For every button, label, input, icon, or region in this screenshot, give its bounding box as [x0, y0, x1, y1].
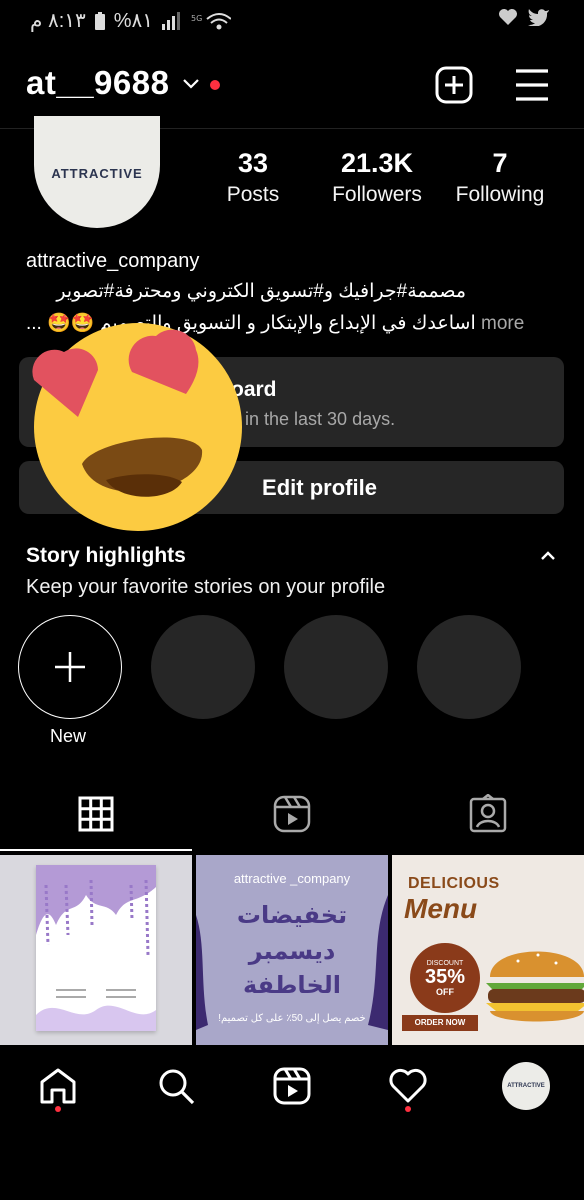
post-thumbnail[interactable] — [0, 855, 192, 1045]
tagged-icon[interactable] — [468, 794, 508, 834]
new-highlight-button[interactable] — [18, 615, 122, 719]
dashboard-subtitle: in the last 30 days. — [245, 409, 396, 429]
svg-text:5G: 5G — [191, 14, 202, 23]
home-notification-dot — [55, 1106, 61, 1112]
stat-followers[interactable]: 21.3K Followers — [322, 148, 432, 207]
discount-badge: DISCOUNT 35% OFF — [410, 943, 480, 1013]
chevron-down-icon[interactable] — [182, 78, 200, 90]
order-now-label: ORDER NOW — [402, 1015, 478, 1031]
signal-icon — [162, 11, 181, 30]
followers-label: Followers — [332, 183, 422, 206]
flowers-illustration — [36, 865, 156, 1031]
following-label: Following — [455, 183, 545, 206]
discount-off: OFF — [436, 986, 454, 997]
plus-icon — [55, 652, 85, 682]
profile-header: at__9688 — [0, 58, 584, 114]
post2-line: ديسمبر — [248, 938, 336, 965]
profile-name: attractive_company — [26, 250, 200, 272]
post2-handle: attractive _company — [233, 871, 351, 886]
search-icon[interactable] — [156, 1066, 196, 1106]
posts-label: Posts — [226, 183, 280, 206]
activity-heart-icon[interactable] — [388, 1066, 428, 1106]
post3-title-1: DELICIOUS — [408, 875, 500, 892]
followers-count: 21.3K — [340, 148, 414, 178]
new-highlight-label: New — [50, 726, 87, 746]
post3-title-2: Menu — [404, 893, 478, 924]
activity-notification-dot — [405, 1106, 411, 1112]
heart-icon — [499, 9, 517, 25]
post2-line: الخاطفة — [243, 972, 341, 999]
battery-icon — [94, 11, 105, 30]
posts-count: 33 — [237, 148, 269, 178]
highlight-placeholder — [151, 615, 255, 719]
status-right — [498, 8, 550, 26]
notification-dot — [210, 80, 220, 90]
highlight-placeholder — [284, 615, 388, 719]
create-post-icon[interactable] — [435, 66, 473, 104]
username-title[interactable]: at__9688 — [26, 64, 169, 102]
bio-more-link[interactable]: more — [481, 313, 524, 334]
status-time: ٨:١٣ م — [30, 10, 86, 32]
profile-tabs — [0, 780, 584, 852]
chevron-up-icon[interactable] — [540, 550, 556, 562]
story-highlights-title: Story highlights — [26, 544, 186, 567]
stat-posts[interactable]: 33 Posts — [218, 148, 288, 207]
status-left: ٨:١٣ م %٨١ 5G — [30, 8, 232, 33]
post-card-image — [36, 865, 156, 1031]
heart-eyes-emoji-icon — [32, 323, 242, 531]
discount-percent: 35% — [424, 965, 466, 988]
status-bar: ٨:١٣ م %٨١ 5G — [0, 0, 584, 44]
profile-avatar[interactable]: ATTRACTIVE — [502, 1062, 550, 1110]
menu-icon[interactable] — [514, 68, 550, 102]
profile-avatar[interactable]: ATTRACTIVE — [34, 116, 160, 228]
post2-footer: خصم يصل إلى 50٪ على كل تصميم! — [218, 1013, 366, 1024]
burger-icon — [486, 951, 584, 1022]
grid-icon[interactable] — [76, 794, 116, 834]
reels-icon[interactable] — [272, 794, 312, 834]
avatar-logo-text: ATTRACTIVE — [51, 165, 143, 181]
bio-line-1: مصممة#جرافيك و#تسويق الكتروني ومحترفة#تص… — [56, 281, 466, 302]
post-thumbnail[interactable]: attractive _company تخفيضات ديسمبر الخاط… — [196, 855, 388, 1045]
story-highlights-subtitle: Keep your favorite stories on your profi… — [26, 576, 386, 598]
post2-line: تخفيضات — [236, 902, 348, 929]
active-tab-indicator — [0, 849, 192, 851]
battery-percent: %٨١ — [113, 10, 154, 32]
wifi-icon: 5G — [191, 12, 232, 29]
home-icon[interactable] — [38, 1066, 78, 1106]
highlight-placeholder — [417, 615, 521, 719]
stat-following[interactable]: 7 Following — [448, 148, 552, 207]
post-thumbnail[interactable]: DELICIOUS Menu DISCOUNT 35% OFF ORDER NO… — [392, 855, 584, 1045]
following-count: 7 — [492, 148, 508, 178]
bottom-navigation: ATTRACTIVE — [0, 1046, 584, 1130]
twitter-icon — [528, 9, 549, 26]
reels-icon[interactable] — [272, 1066, 312, 1106]
